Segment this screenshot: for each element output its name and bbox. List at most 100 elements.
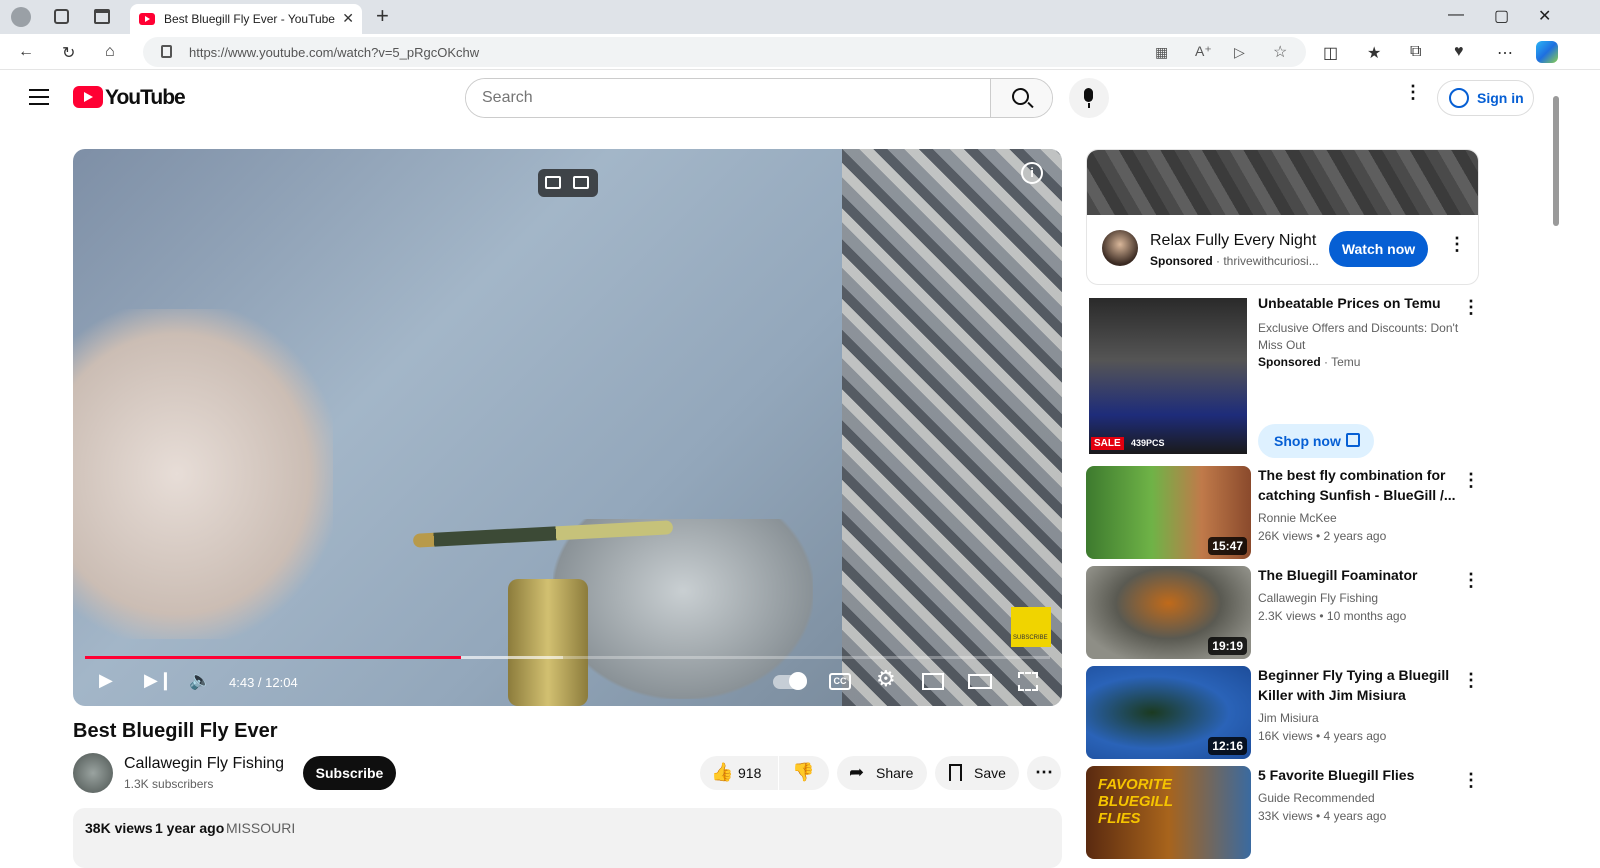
video-channel[interactable]: Callawegin Fly Fishing <box>1258 591 1378 605</box>
video-menu-icon[interactable]: ⋮ <box>1462 471 1480 489</box>
temu-ad-thumbnail[interactable]: 439PCS <box>1089 298 1247 454</box>
tab-youtube[interactable]: Best Bluegill Fly Ever - YouTube ✕ <box>130 4 362 34</box>
browser-essentials-icon[interactable]: ♥ <box>1454 43 1464 61</box>
app-available-icon[interactable]: ▦ <box>1155 44 1168 61</box>
pip-icon[interactable] <box>545 176 561 189</box>
description-box[interactable]: 38K views 1 year ago MISSOURI <box>73 808 1062 868</box>
copilot-icon[interactable] <box>1536 41 1558 63</box>
play-icon[interactable]: ▶ <box>99 670 113 691</box>
cc-icon[interactable]: CC <box>829 673 851 690</box>
sign-in-button[interactable]: Sign in <box>1437 80 1534 116</box>
video-title-link[interactable]: Beginner Fly Tying a Bluegill Killer wit… <box>1258 665 1458 705</box>
video-thumbnail[interactable]: 15:47 <box>1086 466 1251 559</box>
miniplayer-icon[interactable] <box>922 673 944 690</box>
menu-icon[interactable] <box>29 89 49 105</box>
shop-now-button[interactable]: Shop now <box>1258 424 1374 458</box>
location-tag[interactable]: MISSOURI <box>226 820 295 836</box>
video-menu-icon[interactable]: ⋮ <box>1462 771 1480 789</box>
like-button[interactable]: 👍 918 <box>700 756 778 790</box>
advertiser-avatar <box>1102 230 1138 266</box>
split-screen-icon[interactable]: ◫ <box>1323 43 1338 63</box>
player-top-controls[interactable] <box>538 169 598 197</box>
next-icon[interactable]: ▶❙ <box>144 670 173 691</box>
read-aloud-icon[interactable]: A⁺ <box>1195 43 1212 60</box>
tab-title: Best Bluegill Fly Ever - YouTube <box>164 12 335 26</box>
youtube-logo-icon[interactable] <box>73 86 103 108</box>
refresh-icon[interactable]: ↻ <box>62 43 75 63</box>
ad-domain: thrivewithcuriosi... <box>1223 254 1319 268</box>
back-icon[interactable]: ← <box>18 43 34 61</box>
search-button[interactable] <box>990 79 1052 117</box>
favorite-star-icon[interactable]: ☆ <box>1273 42 1287 62</box>
temu-sponsor-line: Sponsored · Temu <box>1258 355 1361 369</box>
theater-mode-icon[interactable] <box>968 674 992 689</box>
video-title-link[interactable]: The Bluegill Foaminator <box>1258 565 1458 585</box>
more-actions-button[interactable]: ⋯ <box>1027 756 1061 790</box>
ad-menu-icon[interactable]: ⋮ <box>1448 235 1466 253</box>
collections-icon[interactable]: ⧉ <box>1410 43 1421 61</box>
video-thumbnail[interactable]: FAVORITE BLUEGILL FLIES <box>1086 766 1251 859</box>
sale-badge: SALE <box>1091 437 1124 450</box>
video-title-link[interactable]: The best fly combination for catching Su… <box>1258 465 1458 505</box>
subscribe-button[interactable]: Subscribe <box>303 756 396 790</box>
account-icon <box>1449 88 1469 108</box>
fullscreen-icon[interactable] <box>1018 672 1038 691</box>
youtube-favicon-icon <box>139 13 155 25</box>
save-button[interactable]: Save <box>935 756 1019 790</box>
favorites-icon[interactable]: ★ <box>1367 43 1381 63</box>
video-player[interactable]: i SUBSCRIBE ▶ ▶❙ 🔈 4:43 / 12:04 CC ⚙ <box>73 149 1062 706</box>
youtube-logo-text[interactable]: YouTube <box>105 86 186 110</box>
video-thumbnail[interactable]: 12:16 <box>1086 666 1251 759</box>
video-frame-vise-stand <box>508 579 588 706</box>
immersive-reader-icon[interactable]: ▷ <box>1234 44 1245 61</box>
voice-search-button[interactable] <box>1069 78 1109 118</box>
close-tab-icon[interactable]: ✕ <box>342 10 354 27</box>
view-count: 38K views <box>85 820 153 836</box>
tab-actions-icon[interactable] <box>94 9 110 24</box>
subscribe-watermark[interactable]: SUBSCRIBE <box>1011 607 1051 647</box>
more-icon[interactable]: ⋮ <box>1404 83 1422 101</box>
page-scrollbar[interactable] <box>1550 90 1560 832</box>
profile-icon[interactable] <box>11 7 31 27</box>
scrollbar-thumb[interactable] <box>1553 96 1559 226</box>
channel-avatar[interactable] <box>73 753 113 793</box>
channel-name[interactable]: Callawegin Fly Fishing <box>124 755 284 773</box>
video-meta: 26K views • 2 years ago <box>1258 529 1387 543</box>
progress-bar[interactable] <box>85 656 1050 659</box>
sign-in-label: Sign in <box>1477 90 1524 106</box>
video-channel[interactable]: Guide Recommended <box>1258 791 1375 805</box>
video-frame-vise <box>553 519 813 699</box>
temu-ad-menu-icon[interactable]: ⋮ <box>1462 298 1480 316</box>
video-menu-icon[interactable]: ⋮ <box>1462 571 1480 589</box>
subscriber-count: 1.3K subscribers <box>124 777 214 791</box>
temu-sponsored-label: Sponsored <box>1258 355 1321 369</box>
settings-icon[interactable]: ⚙ <box>876 666 896 692</box>
video-channel[interactable]: Ronnie McKee <box>1258 511 1337 525</box>
workspaces-icon[interactable] <box>54 9 69 24</box>
home-icon[interactable]: ⌂ <box>105 43 115 61</box>
sponsored-video-ad[interactable]: Relax Fully Every Night Sponsored · thri… <box>1086 149 1479 285</box>
address-bar[interactable]: https://www.youtube.com/watch?v=5_pRgcOK… <box>143 37 1306 67</box>
ad-title[interactable]: Relax Fully Every Night <box>1150 232 1316 250</box>
watch-now-button[interactable]: Watch now <box>1329 231 1428 267</box>
temu-ad-title[interactable]: Unbeatable Prices on Temu <box>1258 293 1458 313</box>
like-count: 918 <box>738 765 762 781</box>
dislike-button[interactable]: 👎 <box>779 756 829 790</box>
video-menu-icon[interactable]: ⋮ <box>1462 671 1480 689</box>
video-channel[interactable]: Jim Misiura <box>1258 711 1319 725</box>
info-icon[interactable]: i <box>1021 162 1043 184</box>
minimize-button[interactable]: — <box>1448 6 1464 24</box>
video-title-link[interactable]: 5 Favorite Bluegill Flies <box>1258 765 1458 785</box>
close-window-button[interactable]: ✕ <box>1538 6 1551 26</box>
new-tab-button[interactable]: + <box>376 3 389 29</box>
url-text[interactable]: https://www.youtube.com/watch?v=5_pRgcOK… <box>189 45 479 60</box>
share-button[interactable]: ➦ Share <box>837 756 927 790</box>
settings-more-icon[interactable]: ⋯ <box>1497 43 1513 63</box>
search-input[interactable] <box>466 79 992 117</box>
maximize-button[interactable]: ▢ <box>1494 6 1509 26</box>
video-thumbnail[interactable]: 19:19 <box>1086 566 1251 659</box>
cast-icon[interactable] <box>573 176 589 189</box>
dislike-icon: 👎 <box>792 762 815 782</box>
video-duration: 19:19 <box>1208 637 1247 655</box>
volume-icon[interactable]: 🔈 <box>189 670 211 691</box>
